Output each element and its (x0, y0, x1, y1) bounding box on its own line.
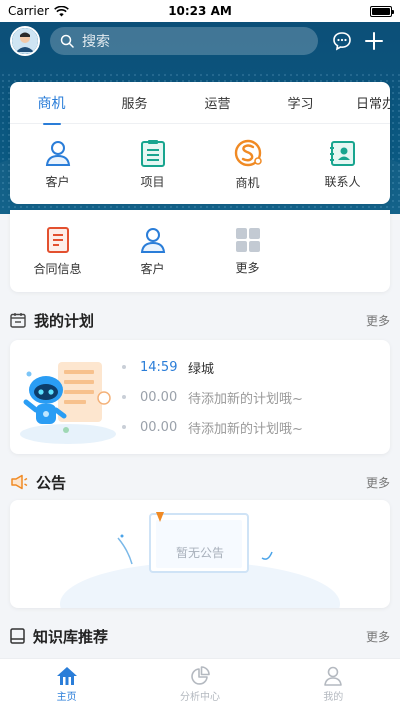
notice-more-link[interactable]: 更多 (366, 474, 390, 491)
plan-text: 待添加新的计划哦~ (188, 391, 303, 407)
plan-title: 我的计划 (34, 311, 95, 330)
chat-bubble-icon (333, 32, 351, 51)
category-card: 商机 服务 运营 学习 日常办 客户 项目 商机 联系人 (10, 82, 390, 204)
megaphone-icon (11, 474, 28, 490)
notice-title: 公告 (36, 473, 67, 492)
plan-time: 14:59 (140, 359, 178, 375)
tab-home[interactable]: 主页 (0, 659, 133, 710)
more-grid-icon (235, 227, 260, 252)
document-list-icon (140, 139, 165, 167)
knowledge-title-group: 知识库推荐 (10, 626, 108, 647)
person-icon (140, 227, 165, 253)
plan-title-group: 我的计划 (10, 310, 94, 331)
entry-more[interactable]: 更多 (200, 227, 295, 276)
tab-daily[interactable]: 日常办 (342, 93, 390, 112)
plan-card: 14:59 绿城 00.00 待添加新的计划哦~ 00.00 待添加新的计划哦~ (10, 340, 390, 454)
knowledge-more-link[interactable]: 更多 (366, 628, 390, 645)
tab-analysis[interactable]: 分析中心 (133, 659, 266, 710)
message-button[interactable] (330, 29, 354, 53)
user-avatar-icon (12, 28, 38, 54)
plan-text: 待添加新的计划哦~ (188, 421, 303, 437)
bullet-dot (122, 425, 126, 429)
entry-label: 客户 (140, 261, 165, 276)
entry-project[interactable]: 项目 (105, 139, 200, 190)
top-bar: 搜索 (10, 26, 390, 56)
entry-customer[interactable]: 客户 (10, 139, 105, 190)
entry-label: 合同信息 (33, 261, 82, 276)
opportunity-s-icon (234, 139, 262, 166)
add-button[interactable] (362, 29, 386, 53)
entry-customer-2[interactable]: 客户 (105, 226, 200, 277)
tab-mine-label: 我的 (323, 692, 344, 703)
bottom-tab-bar: 主页 分析中心 我的 (0, 658, 400, 710)
person-icon (45, 140, 70, 166)
entry-contacts[interactable]: 联系人 (295, 139, 390, 190)
entry-label: 客户 (45, 174, 70, 189)
plan-time: 00.00 (140, 419, 178, 435)
tab-service[interactable]: 服务 (93, 93, 176, 112)
carrier-label: Carrier (8, 4, 50, 18)
knowledge-title: 知识库推荐 (33, 627, 109, 646)
category-tabs: 商机 服务 运营 学习 日常办 (10, 82, 390, 125)
entry-opportunity[interactable]: 商机 (200, 138, 295, 191)
plan-item[interactable]: 00.00 待添加新的计划哦~ (122, 412, 303, 442)
plan-more-link[interactable]: 更多 (366, 312, 390, 329)
tab-mine[interactable]: 我的 (267, 659, 400, 710)
tab-analysis-label: 分析中心 (179, 692, 220, 703)
tab-operation[interactable]: 运营 (176, 93, 259, 112)
plan-text: 绿城 (188, 361, 215, 377)
quick-entry-grid: 客户 项目 商机 联系人 (10, 124, 390, 204)
home-icon (56, 667, 77, 685)
plan-list: 14:59 绿城 00.00 待添加新的计划哦~ 00.00 待添加新的计划哦~ (122, 352, 303, 442)
empty-notice-text: 暂无公告 (175, 546, 224, 560)
search-bar[interactable]: 搜索 (50, 27, 318, 55)
plan-time: 00.00 (140, 389, 178, 405)
calendar-icon (10, 313, 26, 328)
wifi-icon (54, 5, 69, 16)
battery-icon (370, 5, 394, 17)
avatar[interactable] (10, 26, 40, 56)
notice-card: 暂无公告 (10, 500, 390, 608)
knowledge-header: 知识库推荐 更多 (10, 624, 390, 648)
robot-illustration (20, 362, 116, 444)
user-icon (324, 666, 343, 686)
pie-chart-icon (191, 666, 210, 685)
bullet-dot (122, 395, 126, 399)
status-left: Carrier (8, 4, 69, 18)
entry-label: 更多 (235, 260, 260, 275)
search-placeholder: 搜索 (82, 34, 110, 50)
plan-header: 我的计划 更多 (10, 308, 390, 332)
tab-home-label: 主页 (56, 692, 77, 703)
entry-label: 项目 (140, 174, 165, 189)
notice-title-group: 公告 (10, 472, 66, 493)
entry-contract-info[interactable]: 合同信息 (10, 226, 105, 277)
search-icon (60, 34, 74, 48)
plan-item[interactable]: 14:59 绿城 (122, 352, 303, 382)
plus-icon (365, 32, 383, 50)
notice-header: 公告 更多 (10, 470, 390, 494)
tab-opportunity[interactable]: 商机 (10, 93, 93, 125)
contract-icon (46, 226, 69, 253)
book-icon (10, 628, 25, 644)
entry-label: 商机 (235, 175, 260, 190)
tab-learning[interactable]: 学习 (259, 93, 342, 112)
quick-entry-grid-2: 合同信息 客户 更多 (10, 210, 390, 292)
bullet-dot (122, 365, 126, 369)
plan-item[interactable]: 00.00 待添加新的计划哦~ (122, 382, 303, 412)
entry-label: 联系人 (324, 174, 361, 189)
contact-card-icon (329, 140, 355, 166)
status-bar: Carrier 10:23 AM (0, 0, 400, 22)
